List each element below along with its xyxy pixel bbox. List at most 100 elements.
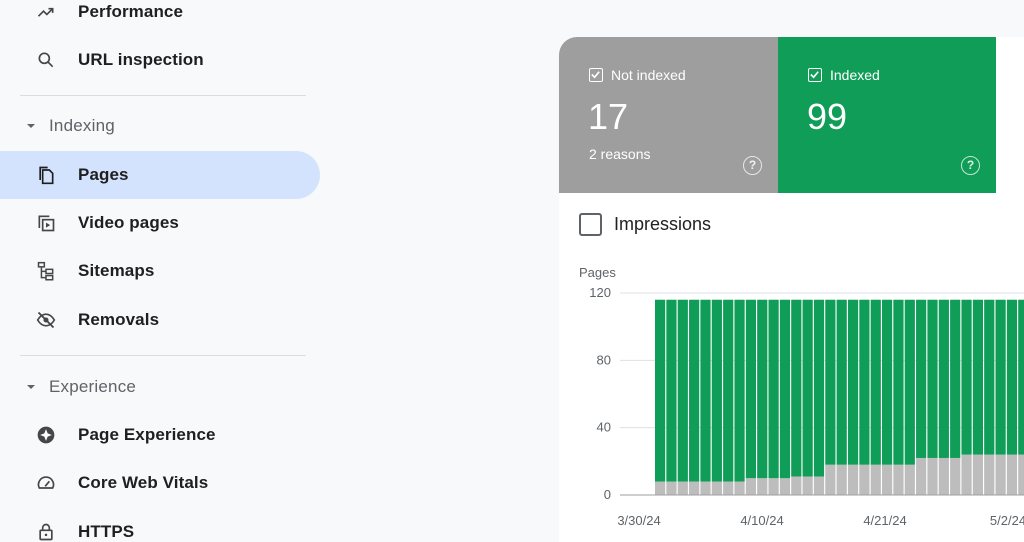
impressions-toggle[interactable]: Impressions (579, 212, 711, 236)
x-tick-label: 4/10/24 (740, 513, 783, 528)
card-subtitle: 2 reasons (589, 146, 651, 162)
section-experience[interactable]: Experience (0, 367, 320, 407)
chart-bar (836, 464, 847, 495)
sidebar-item-https[interactable]: HTTPS (0, 508, 320, 542)
sidebar-item-label: HTTPS (78, 522, 135, 541)
y-tick-label: 80 (597, 352, 611, 367)
chart-bar (882, 464, 893, 495)
chart-bar (847, 464, 859, 495)
chart-bar (723, 299, 734, 482)
help-icon[interactable]: ? (961, 156, 980, 175)
sidebar-item-label: Pages (78, 165, 129, 184)
search-icon (34, 48, 58, 72)
indexed-card[interactable]: Indexed 99 ? (778, 37, 996, 193)
chart-bar (791, 476, 802, 495)
chart-bar (972, 454, 983, 495)
checkbox-checked-icon[interactable] (808, 68, 822, 82)
x-tick-label: 4/21/24 (863, 513, 906, 528)
sidebar-item-core-web-vitals[interactable]: Core Web Vitals (0, 459, 320, 507)
trending-up-icon (34, 0, 58, 24)
section-label: Indexing (49, 116, 115, 135)
chart-bar (1018, 299, 1024, 455)
y-tick-label: 40 (597, 420, 611, 435)
eye-off-icon (34, 308, 58, 332)
chart-bar (723, 481, 734, 495)
sidebar-item-label: URL inspection (78, 50, 204, 69)
impressions-checkbox[interactable] (579, 212, 602, 236)
y-tick-label: 120 (589, 285, 611, 300)
card-title: Not indexed (611, 67, 686, 83)
chart-bar (711, 299, 722, 482)
chart-bar (904, 299, 915, 465)
sidebar-item-label: Sitemaps (78, 261, 155, 280)
chart-bar (779, 478, 791, 495)
chart-bar (916, 299, 927, 458)
impressions-label: Impressions (614, 213, 712, 234)
chart-bar (745, 299, 756, 479)
sidebar-item-sitemaps[interactable]: Sitemaps (0, 247, 320, 295)
sidebar-item-label: Performance (78, 2, 184, 21)
chart-bar (666, 481, 677, 495)
chart-bar (984, 454, 995, 495)
chart-bar (995, 454, 1006, 495)
chart-bar (768, 299, 779, 479)
main-panel: Not indexed 17 2 reasons ? Indexed 99 ? … (559, 37, 1024, 542)
pages-icon (34, 163, 58, 187)
chart-bar (961, 299, 972, 455)
chart-bar (893, 464, 904, 495)
chart-bar (655, 481, 666, 495)
chart-bar (893, 299, 904, 465)
chart-bar (904, 464, 915, 495)
y-tick-label: 0 (604, 487, 611, 502)
chart-bar (757, 478, 768, 495)
sidebar-item-url-inspection[interactable]: URL inspection (0, 36, 320, 84)
chart-bar (689, 299, 700, 482)
sitemap-icon (34, 259, 58, 283)
chart-bar (666, 299, 677, 482)
chart-bar (745, 478, 756, 495)
section-indexing[interactable]: Indexing (0, 106, 320, 146)
chart-bar (700, 481, 711, 495)
chart-bar (927, 457, 938, 495)
sidebar-item-page-experience[interactable]: Page Experience (0, 411, 320, 459)
chart-bar (882, 299, 893, 465)
sidebar-item-pages[interactable]: Pages (0, 151, 320, 199)
divider (20, 355, 306, 356)
chart-bar (734, 481, 745, 495)
chart-bar (813, 476, 825, 495)
checkbox-checked-icon[interactable] (589, 68, 603, 82)
not-indexed-card[interactable]: Not indexed 17 2 reasons ? (559, 37, 778, 193)
chart-bar (870, 299, 881, 465)
speedometer-icon (34, 471, 58, 495)
chart-bar (813, 299, 825, 477)
lock-icon (34, 520, 58, 542)
chart-bar (870, 464, 881, 495)
sidebar-item-performance[interactable]: Performance (0, 0, 320, 36)
chart-bar (677, 481, 688, 495)
help-icon[interactable]: ? (743, 156, 762, 175)
chart-bar (689, 481, 700, 495)
x-tick-label: 5/2/24 (990, 513, 1024, 528)
chart-bar (700, 299, 711, 482)
sidebar: Performance URL inspection Indexing Page… (0, 0, 330, 542)
chart-bar (836, 299, 847, 465)
chart-bar (916, 457, 927, 495)
section-label: Experience (49, 377, 137, 396)
chart-bar (1018, 454, 1024, 495)
sidebar-item-label: Core Web Vitals (78, 473, 209, 492)
chart-bar (802, 299, 813, 477)
chart-bar (927, 299, 938, 458)
chart-bar (995, 299, 1006, 455)
caret-down-icon (27, 124, 35, 128)
card-value: 17 (588, 96, 629, 137)
chart-bar (1006, 299, 1018, 455)
chart-bar (655, 299, 666, 482)
chart-bar (859, 464, 870, 495)
chart-bar (768, 478, 779, 495)
chart-bar (791, 299, 802, 477)
sidebar-item-removals[interactable]: Removals (0, 296, 320, 344)
chart-bar (802, 476, 813, 495)
sidebar-item-video-pages[interactable]: Video pages (0, 199, 320, 247)
chart-bar (825, 299, 836, 465)
sidebar-item-label: Removals (78, 310, 160, 329)
